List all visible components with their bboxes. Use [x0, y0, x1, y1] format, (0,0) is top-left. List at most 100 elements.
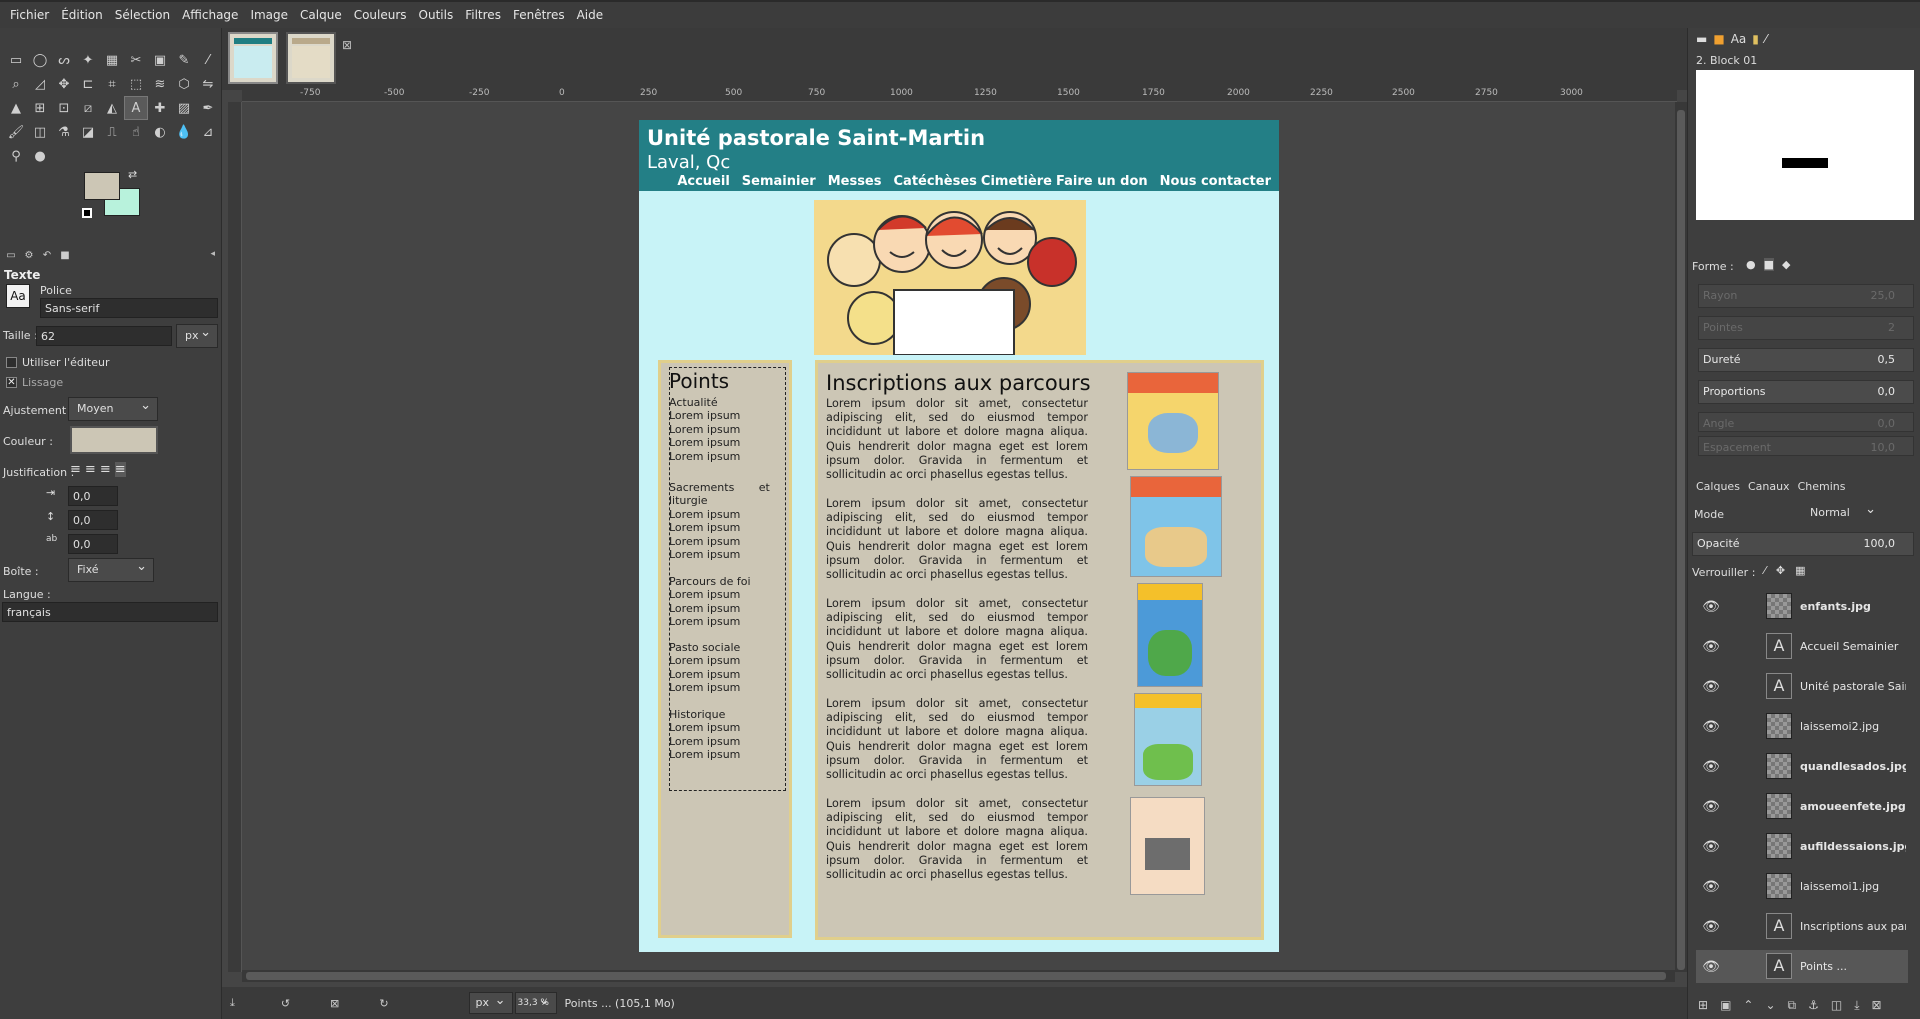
image-tab-1[interactable]	[228, 32, 278, 84]
gradients-tab-icon[interactable]: ▮	[1752, 32, 1759, 46]
hardness-slider[interactable]: Dureté 0,5	[1698, 348, 1914, 372]
lock-position-icon[interactable]: ✥	[1776, 564, 1785, 577]
text-color-button[interactable]	[70, 426, 158, 454]
brush-preview[interactable]	[1696, 70, 1914, 220]
gradient-icon[interactable]: ▨	[172, 96, 196, 120]
merge-icon[interactable]: ⤓	[1854, 998, 1859, 1013]
ink-icon[interactable]: ✒	[196, 96, 220, 120]
opacity-slider[interactable]: Opacité 100,0	[1692, 532, 1914, 556]
duplicate-layer-icon[interactable]: ⧉	[1788, 998, 1797, 1013]
zoom-icon[interactable]: ⌕	[4, 72, 28, 96]
visibility-eye-icon[interactable]: 👁	[1696, 839, 1726, 855]
ellipse-select-icon[interactable]: ◯	[28, 48, 52, 72]
dodge-icon[interactable]: ◐	[148, 120, 172, 144]
justify-left-icon[interactable]: ≡	[70, 462, 81, 477]
visibility-eye-icon[interactable]: 👁	[1696, 799, 1726, 815]
patterns-tab-icon[interactable]: ■	[1713, 32, 1724, 46]
tab-channels[interactable]: Canaux	[1748, 480, 1790, 493]
undo-history-tab-icon[interactable]: ↶	[40, 248, 54, 262]
device-status-tab-icon[interactable]: ⚙	[22, 248, 36, 262]
fuzzy-select-icon[interactable]: ✦	[76, 48, 100, 72]
line-spacing-input[interactable]: 0,0	[68, 510, 118, 530]
magnify-icon[interactable]: ⚲	[4, 144, 28, 168]
hinting-select[interactable]: Moyen	[68, 397, 158, 421]
unit-select[interactable]: px	[468, 992, 513, 1014]
mode-select[interactable]: Normal	[1802, 502, 1882, 526]
move-icon[interactable]: ✥	[52, 72, 76, 96]
scissors-icon[interactable]: ✂	[124, 48, 148, 72]
lower-layer-icon[interactable]: ⌄	[1765, 998, 1775, 1013]
clear-icon[interactable]: ⊠	[330, 997, 339, 1010]
letter-spacing-input[interactable]: 0,0	[68, 534, 118, 554]
menu-outils[interactable]: Outils	[413, 8, 460, 22]
heal-icon[interactable]: ✚	[148, 96, 172, 120]
circle-shape-icon[interactable]: ●	[1746, 258, 1756, 271]
scale-icon[interactable]: ⊞	[28, 96, 52, 120]
new-layer-icon[interactable]: ⊞	[1698, 998, 1708, 1013]
antialias-checkbox[interactable]: ✕	[6, 377, 17, 388]
redo-icon[interactable]: ↻	[379, 997, 388, 1010]
layer-row-selected[interactable]: 👁 A Points ...	[1696, 950, 1908, 983]
rect-select-icon[interactable]: ▭	[4, 48, 28, 72]
close-tab-icon[interactable]: ⊠	[342, 38, 352, 52]
foreground-color[interactable]	[84, 172, 120, 200]
raise-layer-icon[interactable]: ⌃	[1743, 998, 1753, 1013]
handle-transform-icon[interactable]: ⊡	[52, 96, 76, 120]
mask-icon[interactable]: ◫	[1831, 998, 1842, 1013]
font-input[interactable]: Sans-serif	[40, 298, 218, 318]
layer-row[interactable]: 👁 laissemoi1.jpg	[1696, 870, 1908, 903]
menu-aide[interactable]: Aide	[571, 8, 610, 22]
box-select[interactable]: Fixé	[68, 558, 154, 582]
new-group-icon[interactable]: ▣	[1720, 998, 1731, 1013]
tab-paths[interactable]: Chemins	[1798, 480, 1846, 493]
visibility-eye-icon[interactable]: 👁	[1696, 879, 1726, 895]
visibility-eye-icon[interactable]: 👁	[1696, 679, 1726, 695]
tab-layers[interactable]: Calques	[1696, 480, 1740, 493]
use-editor-checkbox[interactable]	[6, 357, 17, 368]
configure-tab-icon[interactable]: ◂	[210, 249, 215, 259]
menu-image[interactable]: Image	[244, 8, 294, 22]
menu-calque[interactable]: Calque	[294, 8, 348, 22]
vertical-scrollbar[interactable]	[1675, 102, 1687, 972]
flip-icon[interactable]: ⇋	[196, 72, 220, 96]
lock-pixels-icon[interactable]: ⁄	[1764, 564, 1766, 577]
undo-icon[interactable]: ↺	[281, 997, 290, 1010]
menu-couleurs[interactable]: Couleurs	[348, 8, 413, 22]
blur-icon[interactable]: 💧	[172, 120, 196, 144]
spacing-slider[interactable]: Espacement 10,0	[1698, 436, 1914, 456]
layer-row[interactable]: 👁 aufildessaions.jpg	[1696, 830, 1908, 863]
layer-row[interactable]: 👁 enfants.jpg	[1696, 590, 1908, 623]
mypaint-icon[interactable]: ◪	[76, 120, 100, 144]
eraser-icon[interactable]: ◫	[28, 120, 52, 144]
visibility-eye-icon[interactable]: 👁	[1696, 919, 1726, 935]
square-shape-icon[interactable]: ■	[1763, 258, 1775, 271]
shear-icon[interactable]: ⧄	[76, 96, 100, 120]
document-page[interactable]: Unité pastorale Saint-Martin Laval, Qc A…	[639, 120, 1279, 952]
fonts-tab-icon[interactable]: Aa	[1731, 32, 1747, 46]
aspect-ratio-slider[interactable]: Proportions 0,0	[1698, 380, 1914, 404]
menu-filtres[interactable]: Filtres	[459, 8, 507, 22]
radius-slider[interactable]: Rayon 25,0	[1698, 284, 1914, 308]
measure-icon[interactable]: ◿	[28, 72, 52, 96]
reset-colors-icon[interactable]	[82, 208, 92, 218]
menu-selection[interactable]: Sélection	[109, 8, 176, 22]
lock-alpha-icon[interactable]: ▦	[1795, 564, 1805, 577]
images-tab-icon[interactable]: ■	[58, 248, 72, 262]
size-input[interactable]: 62	[36, 326, 172, 346]
font-preview-icon[interactable]: Aa	[6, 284, 30, 308]
angle-slider[interactable]: Angle 0,0	[1698, 412, 1914, 432]
unified-transform-icon[interactable]: ⬚	[124, 72, 148, 96]
menu-affichage[interactable]: Affichage	[176, 8, 244, 22]
justify-center-icon[interactable]: ≡	[100, 462, 111, 477]
airbrush-icon[interactable]: ⚗	[52, 120, 76, 144]
lasso-icon[interactable]: ᔕ	[52, 48, 76, 72]
size-unit-select[interactable]: px	[176, 324, 218, 348]
warp-icon[interactable]: ≋	[148, 72, 172, 96]
clone-icon[interactable]: ⎍	[100, 120, 124, 144]
paint-dynamics-tab-icon[interactable]: ⁄	[1765, 32, 1767, 46]
swap-colors-icon[interactable]: ⇄	[128, 168, 137, 181]
crop-icon[interactable]: ⌗	[100, 72, 124, 96]
delete-layer-icon[interactable]: ⊠	[1872, 998, 1882, 1013]
color-picker-icon[interactable]: ⁄	[196, 48, 220, 72]
bucket-fill-icon[interactable]: ◭	[100, 96, 124, 120]
